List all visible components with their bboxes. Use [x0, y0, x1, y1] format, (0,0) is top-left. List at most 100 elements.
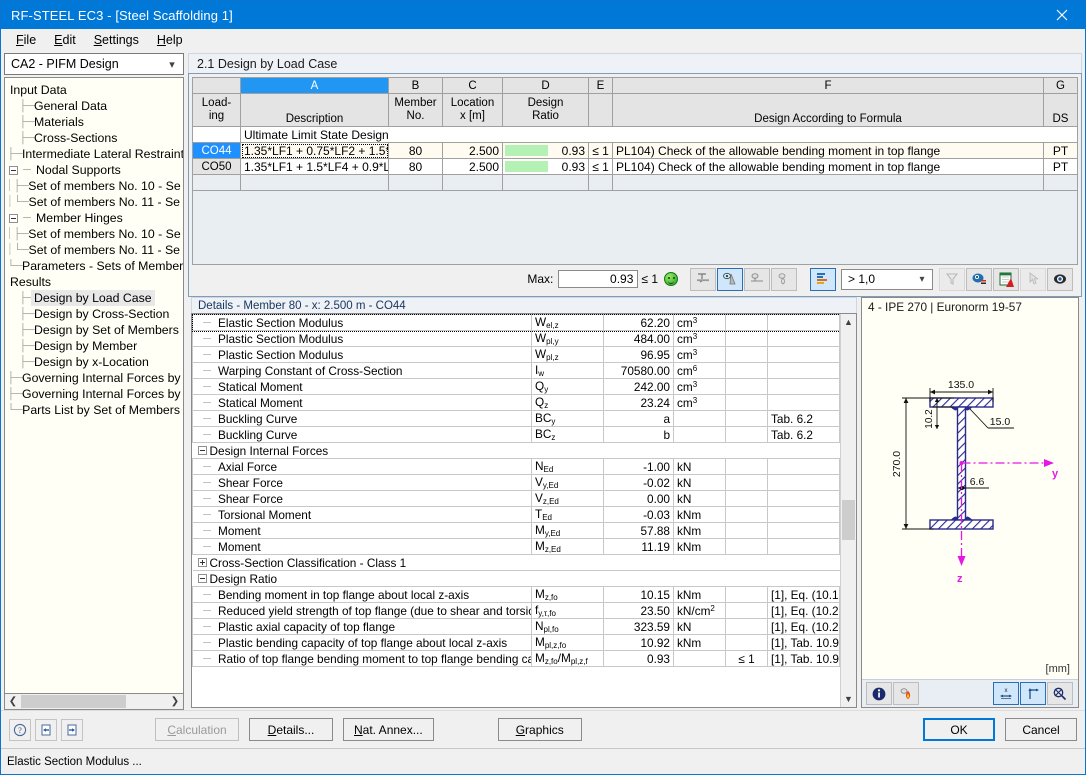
info-icon[interactable] [866, 682, 892, 705]
graphics-button[interactable]: Graphics [497, 718, 582, 741]
row-location[interactable]: 2.500 [442, 158, 503, 175]
row-design-ratio[interactable]: 0.93 [502, 158, 589, 175]
col-letter-g[interactable]: G [1043, 77, 1078, 94]
details-row[interactable]: ─ Statical Moment Qz 23.24 cm3 [192, 394, 840, 411]
scroll-thumb[interactable] [842, 500, 855, 540]
tree-item-member-hinges[interactable]: ─ Member Hinges [7, 210, 183, 226]
details-group-row[interactable]: Design Ratio [192, 570, 840, 587]
tree-item-design-by-member[interactable]: ├─ Design by Member [7, 338, 183, 354]
calculation-button[interactable]: Calculation [155, 718, 239, 741]
tree-item-set-of-members-no-11-se[interactable]: │ └─ Set of members No. 11 - Se [7, 194, 183, 210]
details-row[interactable]: ─ Moment My,Ed 57.88 kNm [192, 522, 840, 539]
details-row[interactable]: ─ Statical Moment Qy 242.00 cm3 [192, 378, 840, 395]
tree-item-general-data[interactable]: ├─ General Data [7, 98, 183, 114]
details-table[interactable]: ─ Elastic Section Modulus Wel,z 62.20 cm3 ─ Pl… [192, 314, 840, 667]
fire-resistance-icon[interactable] [893, 682, 919, 705]
row-formula[interactable]: PL104) Check of the allowable bending mo… [612, 158, 1044, 175]
row-formula[interactable]: PL104) Check of the allowable bending mo… [612, 142, 1044, 159]
next-pane-icon[interactable] [61, 718, 83, 741]
pick-pointer-icon[interactable] [1020, 267, 1046, 291]
details-row[interactable]: ─ Axial Force NEd -1.00 kN [192, 458, 840, 475]
col-letter-d[interactable]: D [502, 77, 589, 94]
zoom-reset-icon[interactable] [1047, 682, 1073, 705]
table-row[interactable]: CO50 1.35*LF1 + 1.5*LF4 + 0.9*LF6 80 2.500 0… [192, 158, 1078, 175]
scroll-thumb[interactable] [21, 694, 126, 708]
details-row[interactable]: ─ Plastic bending capacity of top flange … [192, 634, 840, 651]
details-group-label[interactable]: Cross-Section Classification - Class 1 [192, 554, 840, 571]
details-row[interactable]: ─ Torsional Moment TEd -0.03 kNm [192, 506, 840, 523]
tree-item-set-of-members-no-10-se[interactable]: │ ├─ Set of members No. 10 - Se [7, 226, 183, 242]
grid-empty-area[interactable] [192, 191, 1078, 265]
col-letter-a[interactable]: A [240, 77, 389, 94]
row-description[interactable]: 1.35*LF1 + 0.75*LF2 + 1.5*LF [240, 142, 389, 159]
tree-item-nodal-supports[interactable]: ─ Nodal Supports [7, 162, 183, 178]
expand-toggle-icon[interactable] [197, 558, 207, 567]
details-group-row[interactable]: Cross-Section Classification - Class 1 [192, 554, 840, 571]
ratio-filter-select[interactable]: > 1,0 ▾ [841, 268, 933, 290]
row-design-ratio[interactable]: 0.93 [502, 142, 589, 159]
scroll-up-icon[interactable]: ▲ [841, 314, 856, 330]
tree-horizontal-scrollbar[interactable]: ❮ ❯ [4, 693, 184, 710]
row-loading-case[interactable]: CO50 [192, 158, 241, 175]
funnel-filter-icon[interactable] [939, 267, 965, 291]
ok-button[interactable]: OK [923, 718, 995, 741]
col-letter-f[interactable]: F [612, 77, 1044, 94]
cancel-button[interactable]: Cancel [1005, 718, 1077, 741]
details-row[interactable]: ─ Shear Force Vz,Ed 0.00 kN [192, 490, 840, 507]
eye-visibility-icon[interactable] [1047, 267, 1073, 291]
collapse-toggle-icon[interactable] [197, 574, 207, 583]
tree-item-design-by-load-case[interactable]: ├─ Design by Load Case [7, 290, 183, 306]
previous-pane-icon[interactable] [35, 718, 57, 741]
tree-item-set-of-members-no-10-se[interactable]: │ ├─ Set of members No. 10 - Se [7, 178, 183, 194]
details-row[interactable]: ─ Elastic Section Modulus Wel,z 62.20 cm3 [192, 314, 840, 332]
close-icon[interactable] [1039, 1, 1085, 29]
tree-item-design-by-set-of-members[interactable]: ├─ Design by Set of Members [7, 322, 183, 338]
tree-item-set-of-members-no-11-se[interactable]: │ └─ Set of members No. 11 - Se [7, 242, 183, 258]
menu-help[interactable]: Help [148, 31, 192, 49]
tree-item-parts-list-by-set-of-members[interactable]: └─ Parts List by Set of Members [7, 402, 183, 418]
tree-item-design-by-cross-section[interactable]: ├─ Design by Cross-Section [7, 306, 183, 322]
col-letter-c[interactable]: C [442, 77, 503, 94]
results-grid[interactable]: A B C D E F G Load- ing Description Memb… [192, 77, 1078, 191]
menu-file[interactable]: File [7, 31, 45, 49]
cross-section-canvas[interactable]: 135.0 270.0 10.2 15.0 6.6 y z [mm] [862, 316, 1078, 679]
design-case-combo[interactable]: CA2 - PIFM Design ▾ [4, 53, 184, 75]
scroll-track[interactable] [841, 330, 856, 691]
result-eye-section-icon[interactable] [717, 267, 743, 291]
tree-item-cross-sections[interactable]: ├─ Cross-Sections [7, 130, 183, 146]
scroll-left-icon[interactable]: ❮ [5, 694, 21, 709]
scroll-right-icon[interactable]: ❯ [167, 694, 183, 709]
help-question-icon[interactable]: ? [9, 718, 31, 741]
tree-item-parameters-sets-of-members[interactable]: └─ Parameters - Sets of Members [7, 258, 183, 274]
details-row[interactable]: ─ Plastic axial capacity of top flange Npl… [192, 618, 840, 635]
color-bars-icon[interactable] [810, 267, 836, 291]
result-member-icon[interactable] [744, 267, 770, 291]
details-row[interactable]: ─ Shear Force Vy,Ed -0.02 kN [192, 474, 840, 491]
details-row[interactable]: ─ Plastic Section Modulus Wpl,y 484.00 cm3 [192, 330, 840, 347]
collapse-toggle-icon[interactable] [9, 165, 18, 175]
details-row[interactable]: ─ Plastic Section Modulus Wpl,z 96.95 cm3 [192, 346, 840, 363]
details-vertical-scrollbar[interactable]: ▲ ▼ [840, 314, 856, 707]
tree-item-input-data[interactable]: Input Data [7, 82, 183, 98]
details-group-row[interactable]: Design Internal Forces [192, 442, 840, 459]
grid-empty-row[interactable] [192, 174, 1078, 191]
nat-annex-button[interactable]: Nat. Annex... [343, 718, 434, 741]
collapse-toggle-icon[interactable] [9, 213, 18, 223]
tree-item-results[interactable]: Results [7, 274, 183, 290]
axis-system-icon[interactable] [1020, 682, 1046, 705]
details-row[interactable]: ─ Moment Mz,Ed 11.19 kNm [192, 538, 840, 555]
details-row[interactable]: ─ Reduced yield strength of top flange (d… [192, 602, 840, 619]
row-location[interactable]: 2.500 [442, 142, 503, 159]
col-letter-e[interactable]: E [588, 77, 613, 94]
row-ds[interactable]: PT [1043, 142, 1078, 159]
details-scroll-area[interactable]: ─ Elastic Section Modulus Wel,z 62.20 cm3 ─ Pl… [192, 314, 840, 707]
details-row[interactable]: ─ Buckling Curve BCy a Tab. 6.2 [192, 410, 840, 427]
row-ds[interactable]: PT [1043, 158, 1078, 175]
tree-item-materials[interactable]: ├─ Materials [7, 114, 183, 130]
result-diagram-icon[interactable] [690, 267, 716, 291]
scroll-down-icon[interactable]: ▼ [841, 691, 856, 707]
details-group-label[interactable]: Design Ratio [192, 570, 840, 587]
details-row[interactable]: ─ Warping Constant of Cross-Section Iw 7058… [192, 362, 840, 379]
col-letter-b[interactable]: B [388, 77, 443, 94]
export-excel-icon[interactable] [993, 267, 1019, 291]
